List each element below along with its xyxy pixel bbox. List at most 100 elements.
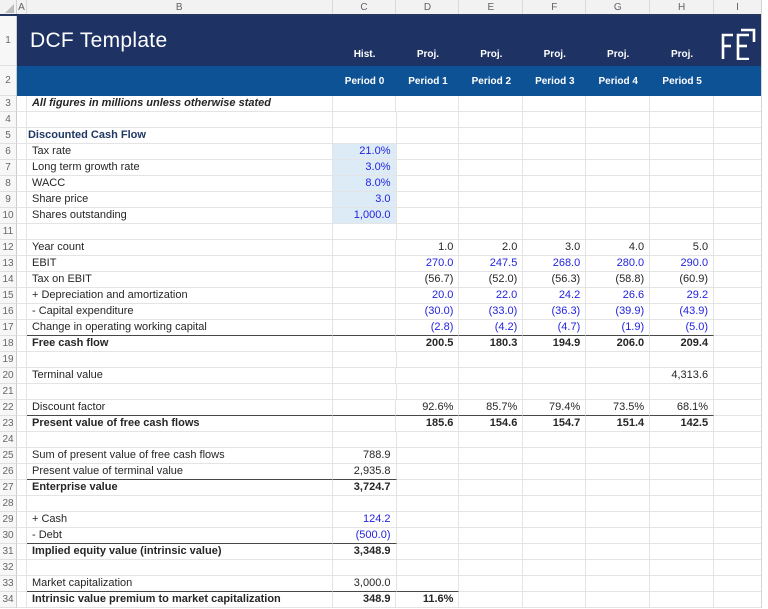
row-header-12[interactable]: 12 [0,240,17,256]
cell-D25[interactable] [397,448,460,464]
cell-A12[interactable] [17,240,27,256]
cell-I17[interactable] [714,320,761,336]
cell-B19[interactable] [27,352,333,368]
cell-E11[interactable] [459,224,523,240]
cell-H21[interactable] [650,384,714,400]
cell-G4[interactable] [586,112,650,128]
cell-A7[interactable] [17,160,27,176]
cell-G26[interactable] [586,464,650,480]
cell-G11[interactable] [586,224,650,240]
cell-C25[interactable]: 788.9 [333,448,397,464]
cell-H4[interactable] [650,112,714,128]
cell-H30[interactable] [650,528,714,544]
cell-H6[interactable] [650,144,714,160]
cell-B30[interactable]: - Debt [27,528,333,544]
cell-H27[interactable] [650,480,714,496]
cell-G21[interactable] [586,384,650,400]
cell-A13[interactable] [17,256,27,272]
cell-F31[interactable] [523,544,586,560]
cell-G18[interactable]: 206.0 [586,336,650,352]
col-header-F[interactable]: F [523,0,586,14]
cell-E5[interactable] [459,128,523,144]
row-header-9[interactable]: 9 [0,192,17,208]
cell-B11[interactable] [27,224,333,240]
cell-B12[interactable]: Year count [27,240,333,256]
cell-F17[interactable]: (4.7) [523,320,586,336]
cell-G5[interactable] [586,128,650,144]
cell-E8[interactable] [459,176,523,192]
col-header-H[interactable]: H [650,0,714,14]
cell-I28[interactable] [714,496,761,512]
cell-H3[interactable] [650,96,714,112]
col-header-D[interactable]: D [396,0,459,14]
cell-H10[interactable] [650,208,714,224]
cell-E4[interactable] [459,112,523,128]
cell-A14[interactable] [17,272,27,288]
cell-G10[interactable] [586,208,650,224]
cell-B33[interactable]: Market capitalization [27,576,333,592]
row-header-5[interactable]: 5 [0,128,17,144]
cell-A15[interactable] [17,288,27,304]
cell-B4[interactable] [27,112,333,128]
cell-D21[interactable] [397,384,460,400]
col-header-E[interactable]: E [459,0,523,14]
row-header-21[interactable]: 21 [0,384,17,400]
cell-G2[interactable]: Period 4 [586,66,650,96]
col-header-A[interactable]: A [17,0,27,14]
cell-E9[interactable] [459,192,523,208]
cell-A6[interactable] [17,144,27,160]
cell-B7[interactable]: Long term growth rate [27,160,333,176]
cell-I21[interactable] [714,384,761,400]
row-header-1[interactable]: 1 [0,16,17,66]
row-header-16[interactable]: 16 [0,304,17,320]
cell-H11[interactable] [650,224,714,240]
cell-F9[interactable] [523,192,586,208]
cell-H26[interactable] [650,464,714,480]
cell-D9[interactable] [397,192,460,208]
cell-E27[interactable] [459,480,523,496]
cell-E33[interactable] [459,576,523,592]
cell-B27[interactable]: Enterprise value [27,480,333,496]
cell-D19[interactable] [397,352,460,368]
cell-B13[interactable]: EBIT [27,256,333,272]
cell-E3[interactable] [459,96,523,112]
cell-E7[interactable] [459,160,523,176]
cell-B5[interactable]: Discounted Cash Flow [27,128,333,144]
cell-F4[interactable] [523,112,586,128]
row-header-20[interactable]: 20 [0,368,17,384]
cell-A10[interactable] [17,208,27,224]
cell-G13[interactable]: 280.0 [586,256,650,272]
cell-E12[interactable]: 2.0 [459,240,523,256]
cell-E26[interactable] [459,464,523,480]
cell-H34[interactable] [650,592,714,608]
cell-F23[interactable]: 154.7 [523,416,586,432]
cell-F10[interactable] [523,208,586,224]
cell-F32[interactable] [523,560,586,576]
cell-D12[interactable]: 1.0 [396,240,459,256]
cell-B3[interactable]: All figures in millions unless otherwise… [27,96,333,112]
cell-E28[interactable] [459,496,523,512]
row-header-22[interactable]: 22 [0,400,17,416]
cell-G23[interactable]: 151.4 [586,416,650,432]
cell-H12[interactable]: 5.0 [650,240,714,256]
cell-B6[interactable]: Tax rate [27,144,333,160]
cell-H14[interactable]: (60.9) [650,272,714,288]
cell-C28[interactable] [333,496,397,512]
cell-A24[interactable] [17,432,27,448]
cell-C34[interactable]: 348.9 [333,592,397,608]
cell-F5[interactable] [523,128,586,144]
cell-G16[interactable]: (39.9) [586,304,650,320]
cell-G9[interactable] [586,192,650,208]
cell-B17[interactable]: Change in operating working capital [27,320,333,336]
cell-F1[interactable]: Proj. [523,16,586,66]
cell-G29[interactable] [586,512,650,528]
row-header-6[interactable]: 6 [0,144,17,160]
row-header-29[interactable]: 29 [0,512,17,528]
cell-G24[interactable] [586,432,650,448]
cell-A9[interactable] [17,192,27,208]
cell-B23[interactable]: Present value of free cash flows [27,416,333,432]
cell-D8[interactable] [397,176,460,192]
cell-E29[interactable] [459,512,523,528]
cell-C20[interactable] [333,368,397,384]
cell-G25[interactable] [586,448,650,464]
